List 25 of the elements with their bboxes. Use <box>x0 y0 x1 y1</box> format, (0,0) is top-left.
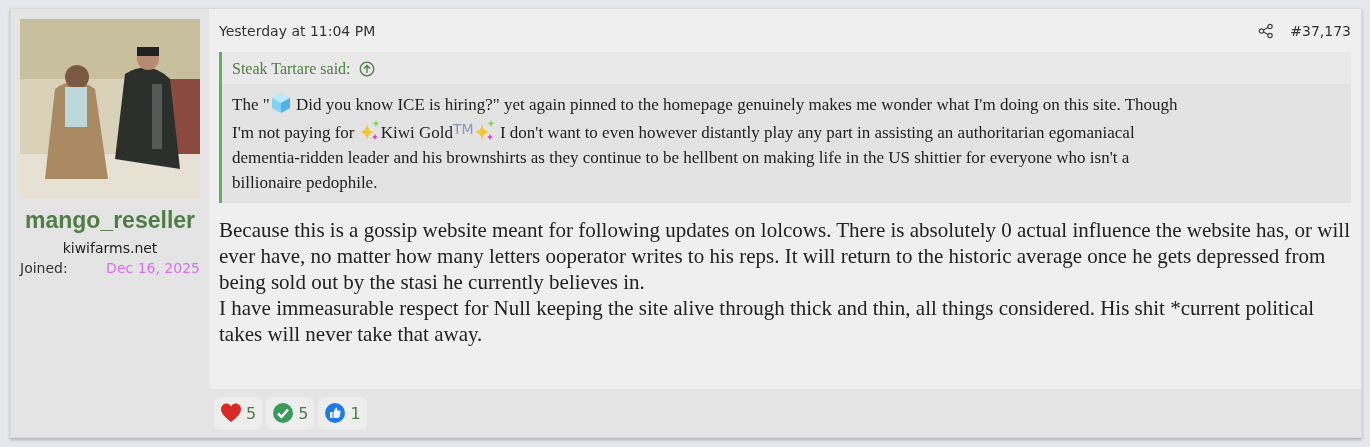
quote-text: billionaire pedophile. <box>232 173 378 192</box>
heart-icon <box>220 402 242 424</box>
post-number-link[interactable]: #37,173 <box>1290 23 1351 39</box>
post-date-link[interactable]: Yesterday at 11:04 PM <box>219 23 376 39</box>
share-icon[interactable] <box>1258 23 1275 39</box>
quote-attribution-link[interactable]: Steak Tartare said: <box>232 60 351 78</box>
ice-cube-icon <box>269 92 292 114</box>
quote-text: I don't want to even however distantly play any part in assisting an authoritarian egomaniacal <box>498 123 1135 142</box>
thumbs-up-icon <box>324 402 347 424</box>
username-link[interactable]: mango_reseller <box>25 207 195 234</box>
quote-text: dementia-ridden leader and his brownshirts as they continue to be hellbent on making life in the US shittier for everyone who isn't a <box>232 148 1130 167</box>
reaction-button[interactable]: 5 <box>214 396 263 430</box>
joined-date: Dec 16, 2025 <box>106 260 200 276</box>
quote-text: The " <box>232 95 270 114</box>
arrow-up-circle-icon[interactable] <box>358 61 375 77</box>
post-paragraph: I have immeasurable respect for Null keeping the site alive through thick and thin, all things considered. His shit *current political takes will never take that away. <box>219 295 1316 347</box>
user-title: kiwifarms.net <box>62 240 158 256</box>
reaction-button[interactable]: 1 <box>318 396 367 430</box>
quote-text: I'm not paying for <box>232 123 356 142</box>
joined-label: Joined: <box>20 260 68 276</box>
quote-text: Kiwi Gold$^{TM}$ <box>380 123 474 142</box>
checkmark-icon <box>272 402 295 424</box>
reaction-button[interactable]: 5 <box>266 396 315 430</box>
post-paragraph: Because this is a gossip website meant for following updates on lolcows. There is absolutely 0 actual influence the website has, or will ever have, no matter how many letters ooperator writes to his reps. It will return to the historic average once he gets depressed from being sold out by the stasi he currently believes in. <box>219 217 1351 295</box>
quote-text: Did you know ICE is hiring?" yet again pinned to the homepage genuinely makes me wonder what I'm doing on this site. Though <box>294 95 1178 114</box>
